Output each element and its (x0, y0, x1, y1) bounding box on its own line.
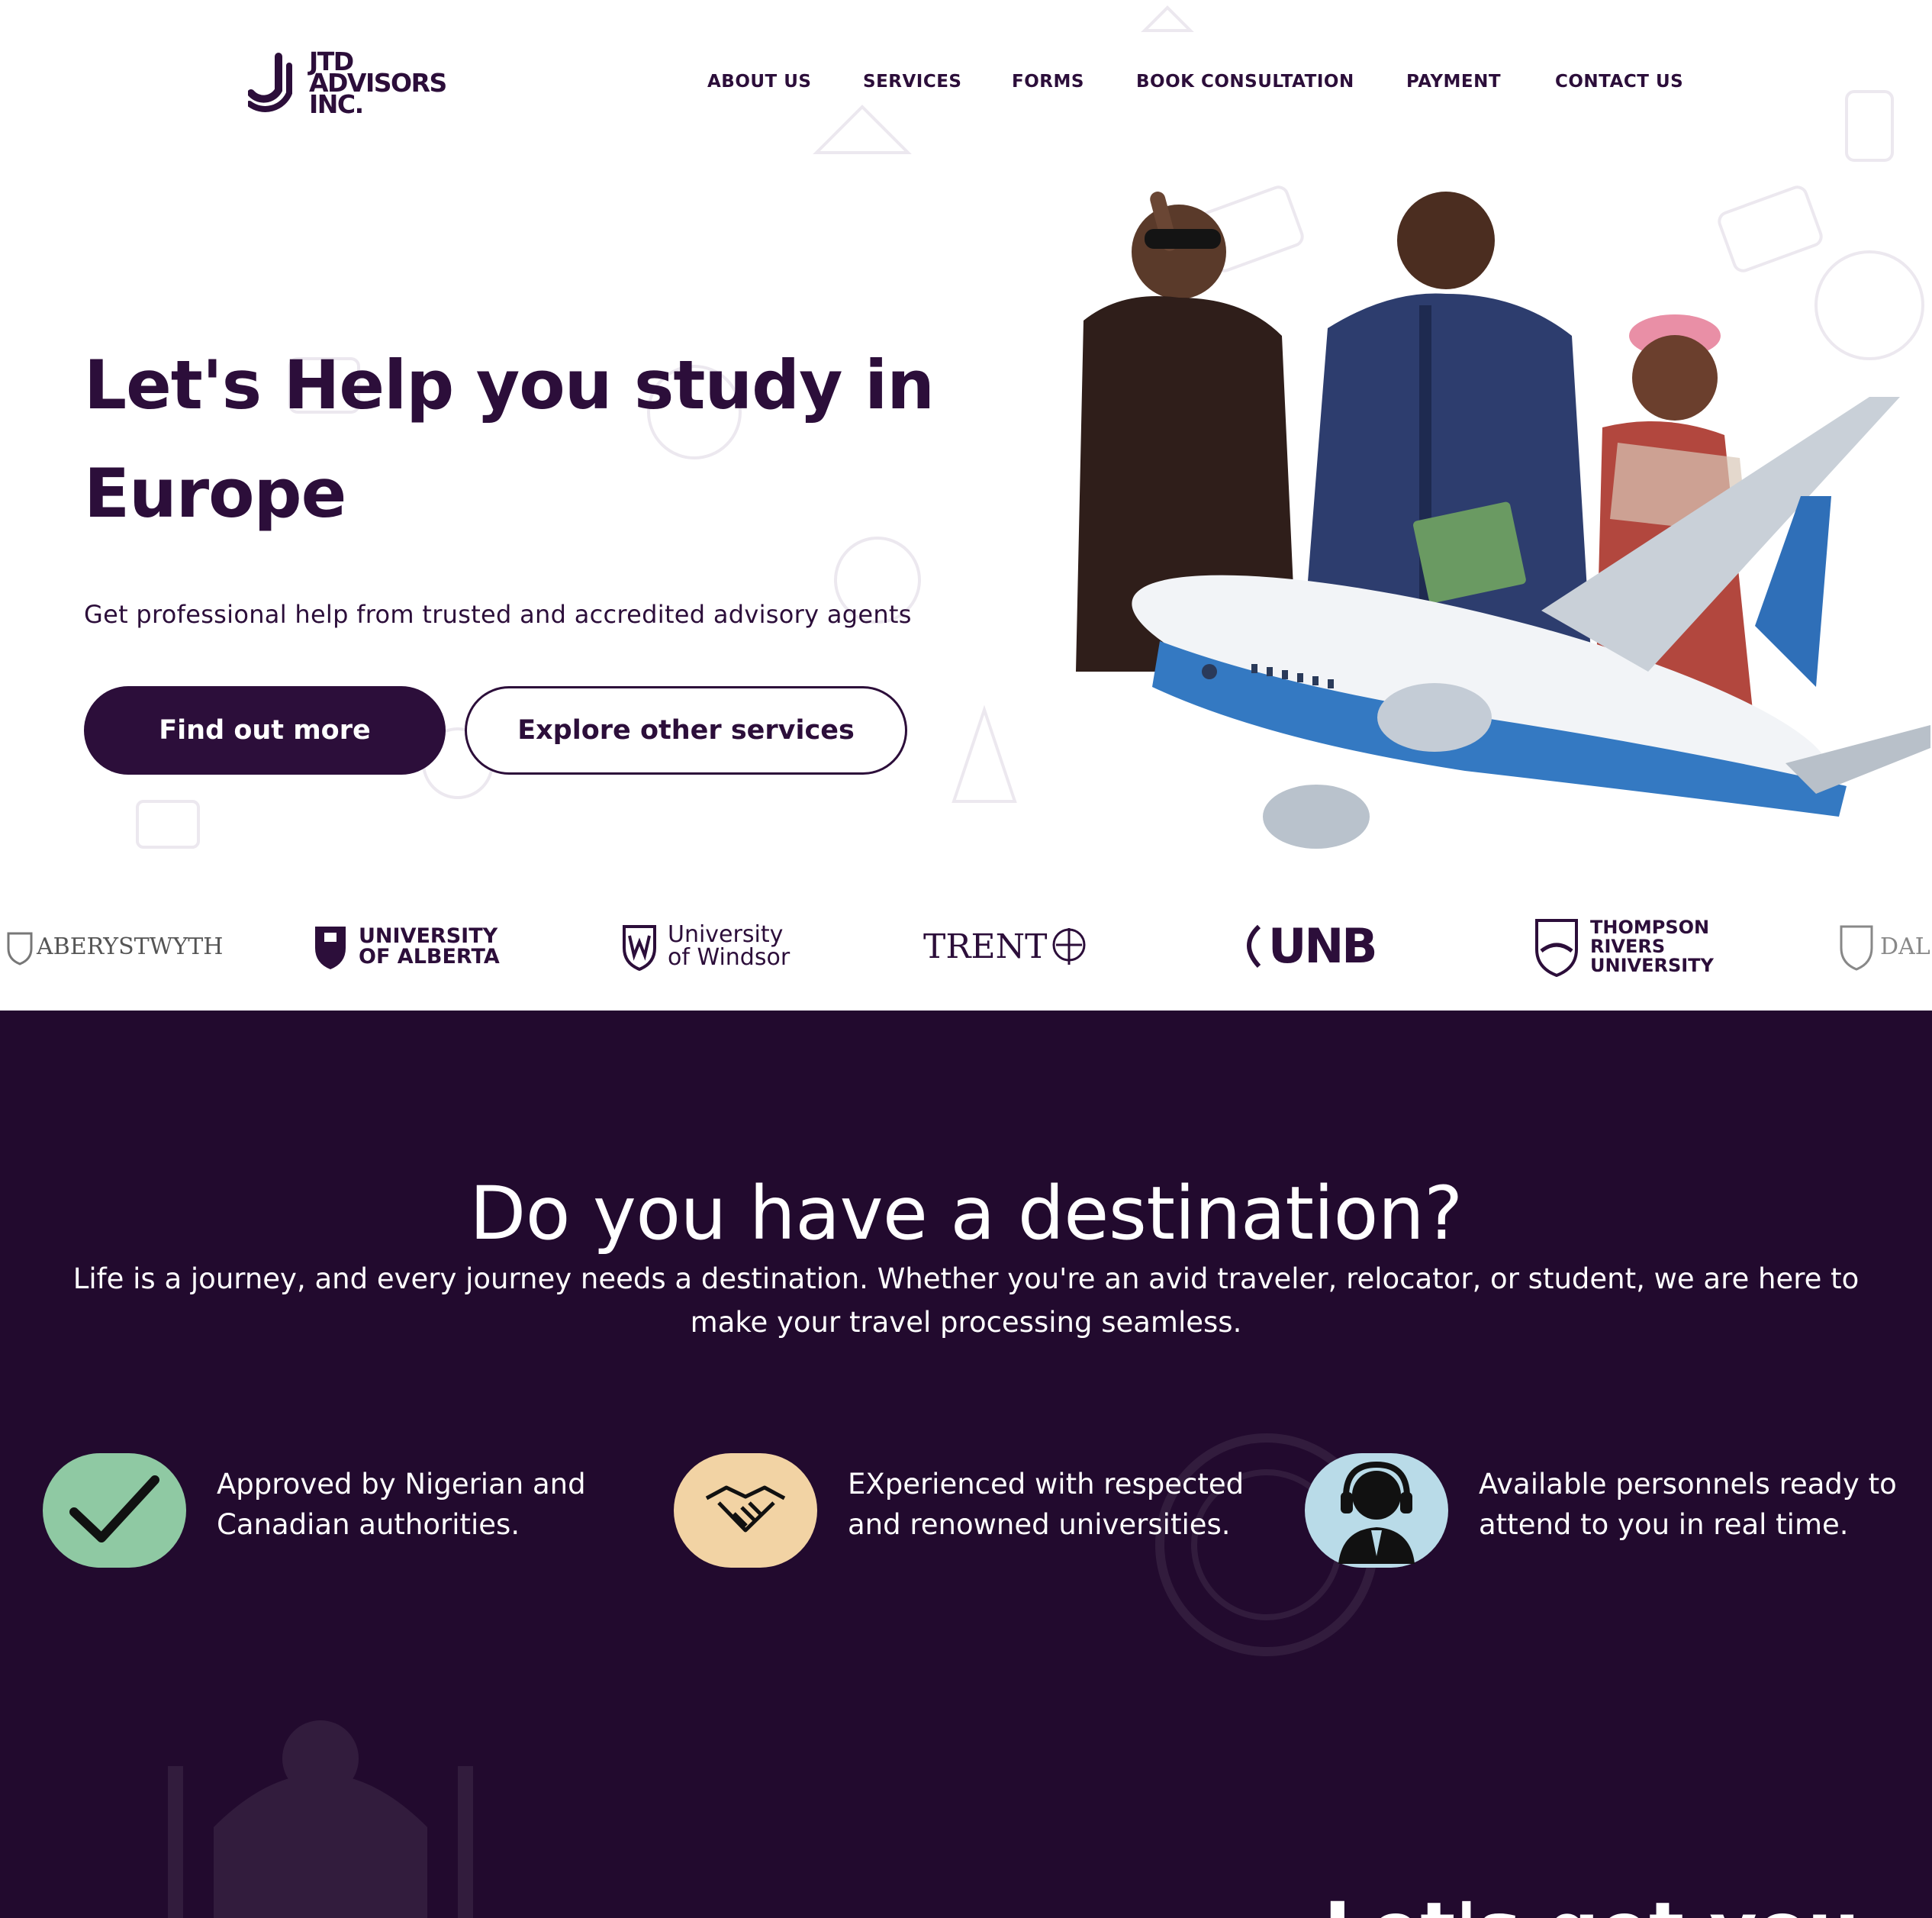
nav-about-us[interactable]: ABOUT US (707, 72, 812, 92)
logo-wordmark: JTD ADVISORS INC. (309, 49, 447, 117)
checkmark-icon (43, 1453, 186, 1568)
windsor-crest-icon (623, 925, 656, 971)
alberta-crest-icon (315, 927, 346, 969)
support-agent-icon (1305, 1453, 1448, 1568)
handshake-icon (674, 1453, 817, 1568)
university-name: UNB (1268, 918, 1377, 974)
university-logo-aberystwyth: ABERYSTWYTH (6, 908, 223, 985)
trent-crest-icon (1052, 928, 1086, 965)
feature-available: Available personnels ready to attend to … (1305, 1453, 1906, 1568)
university-name: THOMPSON RIVERS UNIVERSITY (1590, 916, 1714, 976)
nav-payment[interactable]: PAYMENT (1406, 72, 1501, 92)
aberystwyth-crest-icon (7, 932, 33, 965)
explore-services-button[interactable]: Explore other services (465, 686, 907, 775)
university-logo-alberta: UNIVERSITY OF ALBERTA (313, 908, 500, 985)
feature-text: EXperienced with respected and renowned … (848, 1468, 1245, 1541)
destination-description: Life is a journey, and every journey nee… (72, 1262, 1860, 1339)
feature-text: Approved by Nigerian and Canadian author… (217, 1468, 586, 1541)
feature-experienced: EXperienced with respected and renowned … (674, 1453, 1275, 1568)
students-airplane-illustration (1076, 192, 1930, 849)
destination-title: Do you have a destination? (469, 1170, 1463, 1256)
university-logo-trent: TRENT (923, 908, 1097, 985)
university-logo-windsor: University of Windsor (622, 908, 790, 985)
university-logo-dalhousie: DAL (1839, 908, 1930, 985)
university-logo-unb: UNB (1236, 908, 1377, 985)
nav-forms[interactable]: FORMS (1012, 72, 1084, 92)
destination-section: Do you have a destination? Life is a jou… (0, 1011, 1932, 1918)
feature-text: Available personnels ready to attend to … (1479, 1468, 1897, 1541)
brand-logo[interactable]: JTD ADVISORS INC. (248, 49, 447, 117)
next-section-title: Let's get you (1324, 1887, 1860, 1918)
nav-contact-us[interactable]: CONTACT US (1555, 72, 1683, 92)
find-out-more-button[interactable]: Find out more (84, 686, 446, 775)
taj-mahal-watermark-icon (168, 1720, 473, 1918)
feature-approved: Approved by Nigerian and Canadian author… (43, 1453, 644, 1568)
hero-section: JTD ADVISORS INC. ABOUT US SERVICES FORM… (0, 0, 1932, 1011)
university-logo-thompson-rivers: THOMPSON RIVERS UNIVERSITY (1534, 908, 1714, 985)
unb-crest-icon (1247, 924, 1261, 969)
jtd-logo-icon (248, 53, 292, 112)
hero-subtitle: Get professional help from trusted and a… (84, 600, 912, 629)
nav-book-consultation[interactable]: BOOK CONSULTATION (1136, 72, 1354, 92)
university-logo-strip: ABERYSTWYTH UNIVERSITY OF ALBERTA Univer… (0, 908, 1932, 992)
university-name: ABERYSTWYTH (37, 933, 224, 960)
university-name: UNIVERSITY OF ALBERTA (359, 924, 500, 969)
nav-services[interactable]: SERVICES (863, 72, 962, 92)
university-name: TRENT (923, 927, 1048, 966)
university-name: DAL (1880, 933, 1930, 960)
university-name: University of Windsor (668, 921, 791, 971)
dalhousie-crest-icon (1840, 925, 1873, 971)
hero-title: Let's Help you study in Europe (84, 345, 935, 533)
thompson-rivers-crest-icon (1535, 919, 1578, 977)
